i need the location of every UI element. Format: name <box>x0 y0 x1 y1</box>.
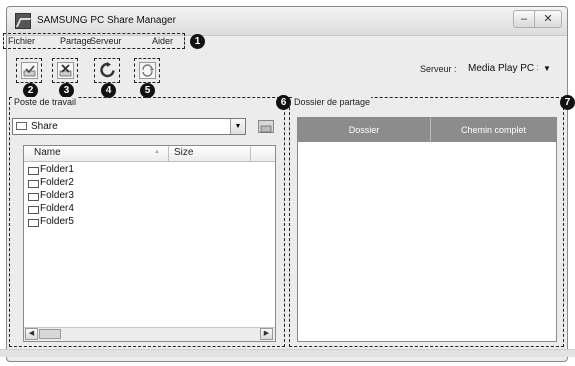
up-folder-button[interactable] <box>258 120 274 133</box>
column-name[interactable]: Name <box>34 147 61 158</box>
folder-icon <box>16 122 27 130</box>
callout-4: 4 <box>101 83 116 98</box>
title-bar: SAMSUNG PC Share Manager – ✕ <box>7 7 567 36</box>
share-folder-button[interactable] <box>16 58 42 83</box>
menu-aider[interactable]: Aider <box>152 36 173 46</box>
list-item-label: Folder5 <box>40 216 74 227</box>
minimize-button[interactable]: – <box>513 10 535 28</box>
refresh-icon <box>99 62 116 79</box>
column-chemin-complet[interactable]: Chemin complet <box>431 118 556 142</box>
list-item-label: Folder1 <box>40 164 74 175</box>
app-logo-icon <box>15 13 31 29</box>
horizontal-scrollbar[interactable]: ◀ ▶ <box>24 327 275 341</box>
column-divider[interactable] <box>168 146 169 161</box>
server-select[interactable]: Media Play PC Se <box>468 63 538 74</box>
local-pc-panel-title: Poste de travail <box>13 97 78 107</box>
file-list[interactable]: Name ▲ Size Folder1 Folder2 Folder3 Fold… <box>23 145 276 342</box>
list-item-label: Folder4 <box>40 203 74 214</box>
share-folder-icon <box>21 62 38 79</box>
list-item-label: Folder2 <box>40 177 74 188</box>
callout-3: 3 <box>59 83 74 98</box>
folder-icon <box>28 180 39 188</box>
status-bar <box>0 349 575 357</box>
column-divider[interactable] <box>250 146 251 161</box>
scroll-left-icon[interactable]: ◀ <box>25 328 38 340</box>
shared-folder-panel-title: Dossier de partage <box>293 97 372 107</box>
folder-combo[interactable]: Share ▼ <box>12 118 246 135</box>
folder-icon <box>28 167 39 175</box>
chevron-down-icon[interactable]: ▼ <box>230 119 245 134</box>
unshare-folder-icon <box>57 62 74 79</box>
scroll-right-icon[interactable]: ▶ <box>260 328 273 340</box>
folder-combo-value: Share <box>31 121 58 132</box>
window-title: SAMSUNG PC Share Manager <box>37 15 176 26</box>
sort-arrow-icon: ▲ <box>154 149 160 155</box>
menu-bar: Fichier Partage Serveur Aider <box>3 33 185 49</box>
apply-changes-button[interactable] <box>134 58 160 83</box>
menu-serveur[interactable]: Serveur <box>90 36 122 46</box>
folder-icon <box>28 193 39 201</box>
server-label: Serveur : <box>420 64 457 74</box>
column-dossier[interactable]: Dossier <box>298 118 431 142</box>
apply-changes-icon <box>139 62 156 79</box>
refresh-button[interactable] <box>94 58 120 83</box>
menu-fichier[interactable]: Fichier <box>8 36 35 46</box>
callout-2: 2 <box>23 83 38 98</box>
list-item-label: Folder3 <box>40 190 74 201</box>
folder-up-icon <box>260 125 272 133</box>
close-button[interactable]: ✕ <box>534 10 562 28</box>
column-size[interactable]: Size <box>174 147 193 158</box>
file-list-header: Name ▲ Size <box>24 146 275 162</box>
scrollbar-thumb[interactable] <box>39 329 61 339</box>
callout-5: 5 <box>140 83 155 98</box>
shared-folder-table[interactable]: Dossier Chemin complet <box>297 117 557 342</box>
menu-partage[interactable]: Partage <box>60 36 92 46</box>
chevron-down-icon[interactable]: ▼ <box>543 64 551 73</box>
unshare-folder-button[interactable] <box>52 58 78 83</box>
callout-1: 1 <box>190 34 205 49</box>
callout-7: 7 <box>560 95 575 110</box>
folder-icon <box>28 206 39 214</box>
folder-icon <box>28 219 39 227</box>
